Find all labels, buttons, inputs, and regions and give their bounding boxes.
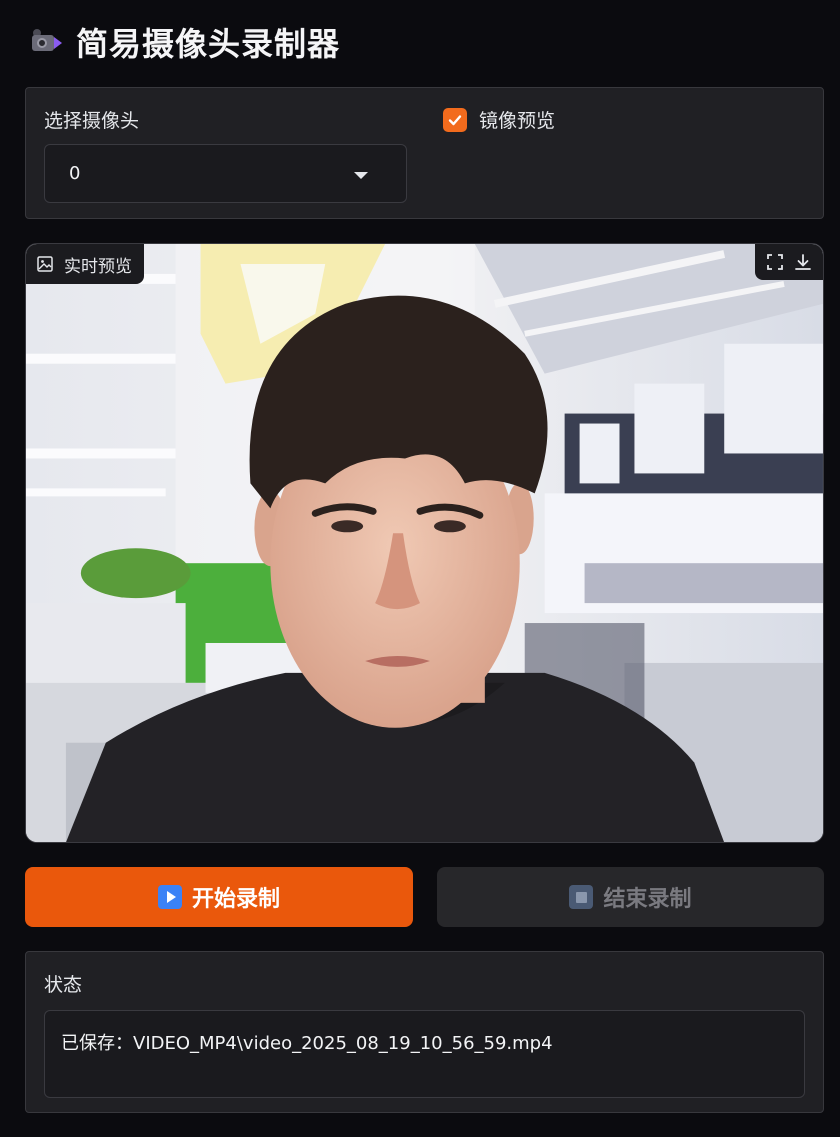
start-recording-label: 开始录制	[191, 887, 280, 912]
chevron-down-icon	[354, 172, 368, 179]
status-textbox[interactable]: 已保存：VIDEO_MP4\video_2025_08_19_10_56_59.…	[44, 1010, 805, 1098]
camera-select-label: 选择摄像头	[44, 110, 140, 132]
mirror-preview-checkbox[interactable]	[443, 107, 467, 132]
play-button-icon	[157, 885, 182, 909]
stop-recording-button[interactable]: 结束录制	[437, 867, 824, 927]
mirror-preview-toggle[interactable]: 镜像预览	[443, 106, 555, 133]
mirror-preview-label: 镜像预览	[479, 110, 556, 132]
stop-recording-label: 结束录制	[603, 887, 692, 912]
live-preview-panel: 实时预览	[25, 243, 824, 843]
status-label: 状态	[44, 974, 83, 996]
download-icon[interactable]	[793, 252, 813, 272]
app-title: 简易摄像头录制器	[76, 25, 341, 63]
fullscreen-icon[interactable]	[765, 252, 785, 272]
check-icon	[448, 114, 462, 125]
start-recording-button[interactable]: 开始录制	[25, 867, 413, 927]
status-value: 已保存：VIDEO_MP4\video_2025_08_19_10_56_59.…	[61, 1033, 553, 1054]
live-preview-badge: 实时预览	[26, 244, 144, 284]
video-toolbar	[755, 244, 823, 280]
app-root: 简易摄像头录制器 选择摄像头 0 镜像预览 实时预览 开始录制 结束录制 状态 …	[0, 0, 840, 1137]
live-preview-label: 实时预览	[64, 256, 132, 277]
movie-camera-icon	[30, 27, 64, 57]
app-header: 简易摄像头录制器	[30, 20, 340, 64]
webcam-frame	[26, 244, 823, 842]
camera-select-value: 0	[69, 163, 81, 184]
camera-select-dropdown[interactable]: 0	[44, 144, 407, 203]
image-icon	[37, 256, 53, 272]
stop-button-icon	[569, 885, 594, 909]
status-panel: 状态 已保存：VIDEO_MP4\video_2025_08_19_10_56_…	[25, 951, 824, 1113]
camera-settings-panel: 选择摄像头 0 镜像预览	[25, 87, 824, 219]
